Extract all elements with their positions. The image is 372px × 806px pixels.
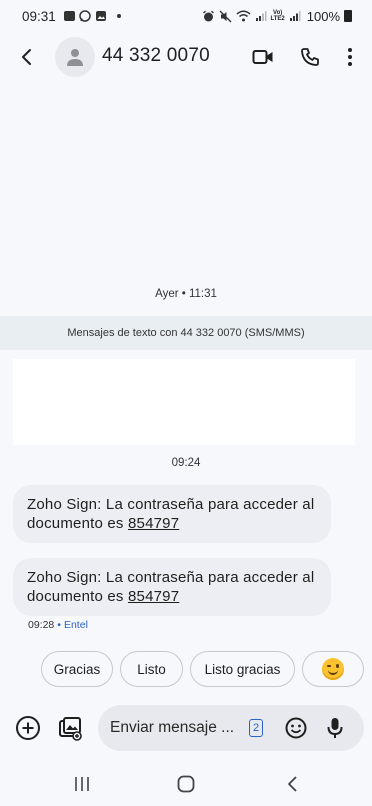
mute-icon	[219, 10, 232, 23]
chip-emoji[interactable]	[302, 651, 364, 687]
recents-icon[interactable]	[70, 772, 94, 796]
meta-separator: •	[57, 619, 61, 631]
conversation-header: 44 332 0070	[0, 36, 372, 78]
contact-title[interactable]: 44 332 0070	[102, 45, 210, 67]
chip-label: Gracias	[53, 661, 101, 677]
battery-percent: 100%	[306, 8, 340, 24]
time-separator: 09:24	[171, 457, 201, 469]
status-bar: 09:31 Vo) LTE2 100%	[0, 0, 372, 32]
chip-label: Listo gracias	[204, 661, 281, 677]
status-time: 09:31	[22, 8, 56, 24]
wifi-icon	[236, 10, 251, 22]
dot-icon	[116, 14, 121, 18]
winking-face-emoji	[322, 658, 344, 680]
home-icon[interactable]	[174, 772, 198, 796]
verification-code-link[interactable]: 854797	[128, 515, 179, 532]
status-left: 09:31	[22, 9, 121, 24]
mic-icon[interactable]	[320, 713, 350, 743]
whatsapp-icon	[79, 10, 91, 22]
message-bubble[interactable]: Zoho Sign: La contraseña para acceder al…	[13, 485, 331, 543]
signal-icon	[255, 10, 267, 22]
status-right: Vo) LTE2 100%	[202, 9, 352, 24]
chip-label: Listo	[137, 661, 166, 677]
sim-number: 2	[252, 722, 260, 734]
carrier-label: Entel	[63, 619, 88, 631]
avatar[interactable]	[55, 37, 95, 77]
verification-code-link[interactable]: 854797	[128, 588, 179, 605]
back-icon[interactable]	[280, 772, 304, 796]
message-meta: 09:28 • Entel	[28, 619, 88, 631]
message-input-pill: 2	[98, 705, 364, 751]
chip-listo-gracias[interactable]: Listo gracias	[190, 651, 295, 687]
message-bubble[interactable]: Zoho Sign: La contraseña para acceder al…	[13, 558, 331, 616]
person-icon	[67, 49, 83, 66]
chip-listo[interactable]: Listo	[120, 651, 183, 687]
signal-icon	[289, 10, 301, 22]
gallery-add-icon[interactable]	[55, 713, 85, 743]
smart-reply-chips: Gracias Listo Listo gracias	[0, 651, 372, 687]
chip-gracias[interactable]: Gracias	[41, 651, 113, 687]
emoji-icon[interactable]	[281, 713, 311, 743]
volte-icon: Vo) LTE2	[270, 10, 285, 22]
gallery-icon	[95, 10, 107, 22]
system-nav-bar	[0, 766, 372, 802]
message-input[interactable]	[110, 717, 238, 739]
sms-info-banner: Mensajes de texto con 44 332 0070 (SMS/M…	[0, 316, 372, 350]
date-separator: Ayer • 11:31	[155, 288, 217, 300]
outlook-icon	[63, 11, 75, 21]
video-call-icon[interactable]	[250, 44, 276, 70]
blank-message-card	[13, 359, 355, 445]
back-arrow-icon[interactable]	[14, 44, 40, 70]
battery-icon	[344, 10, 352, 22]
add-circle-icon[interactable]	[13, 713, 43, 743]
message-time: 09:28	[28, 619, 55, 631]
phone-icon[interactable]	[297, 44, 323, 70]
sim-icon[interactable]: 2	[249, 719, 263, 737]
more-vert-icon[interactable]	[337, 44, 363, 70]
alarm-icon	[202, 10, 215, 23]
sms-info-text: Mensajes de texto con 44 332 0070 (SMS/M…	[67, 327, 305, 339]
compose-bar: 2	[0, 705, 372, 751]
